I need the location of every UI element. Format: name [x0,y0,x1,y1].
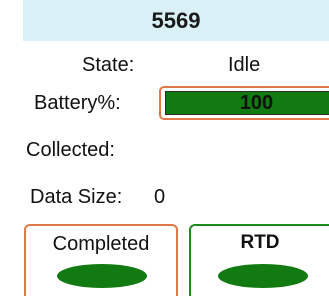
rtd-button-label: RTD [240,232,280,253]
state-label: State: [82,54,135,76]
completed-indicator-led [57,264,147,288]
device-id: 5569 [151,7,201,33]
state-value: Idle [228,54,261,76]
data-size-value: 0 [154,186,166,208]
battery-value: 100 [239,91,274,114]
completed-button[interactable]: Completed [24,224,178,296]
collected-label: Collected: [26,139,115,161]
data-size-label: Data Size: [30,186,123,208]
rtd-indicator-led [218,264,308,288]
completed-button-label: Completed [52,233,150,255]
battery-label: Battery%: [34,92,121,114]
rtd-button[interactable]: RTD [189,224,329,296]
battery-level-bar: 100 [165,91,329,115]
device-id-header: 5569 [23,0,329,41]
device-status-panel: 5569 State: Idle Battery%: 100 Collected… [0,0,329,296]
battery-gauge: 100 [159,86,329,120]
